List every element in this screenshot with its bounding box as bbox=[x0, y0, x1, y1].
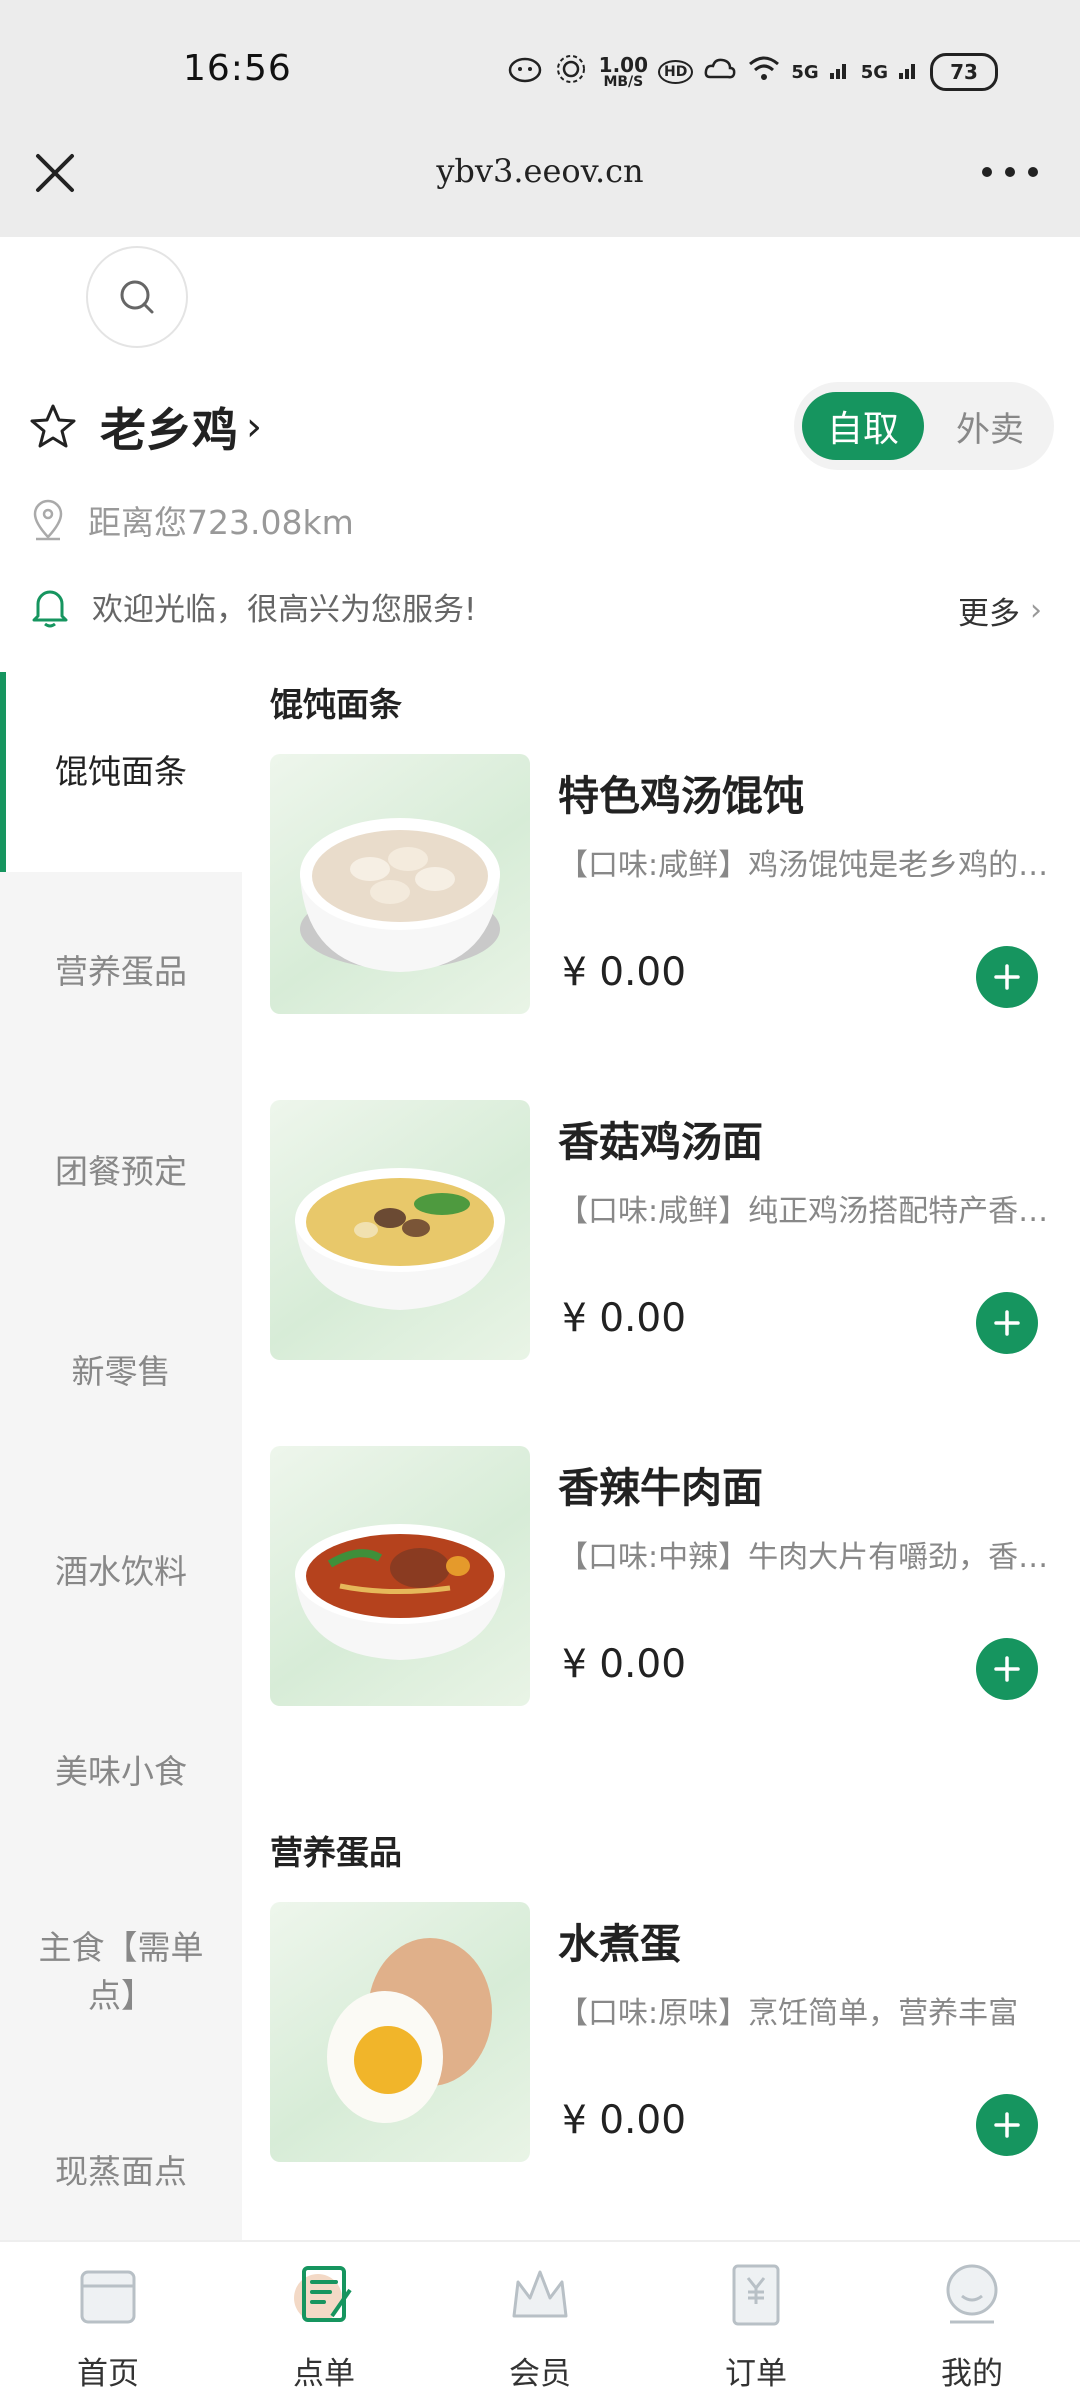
beef-noodle-image bbox=[295, 1524, 505, 1660]
home-icon bbox=[80, 2270, 136, 2324]
section-title: 营养蛋品 bbox=[270, 1833, 402, 1872]
location-pin-icon bbox=[33, 499, 63, 541]
order-mode-toggle[interactable]: 自取 外卖 bbox=[794, 382, 1054, 470]
distance-text: 距离您723.08km bbox=[88, 503, 354, 542]
add-to-cart-button[interactable] bbox=[976, 2094, 1038, 2156]
net-speed: 1.00 MB/S bbox=[598, 53, 649, 90]
dish-price: ¥ 0.00 bbox=[562, 1296, 687, 1341]
dish-card[interactable]: 水煮蛋 【口味:原味】烹饪简单，营养丰富 ¥ 0.00 bbox=[270, 1902, 1060, 2164]
dish-price: ¥ 0.00 bbox=[562, 950, 687, 995]
notice-text: 欢迎光临，很高兴为您服务! bbox=[92, 592, 477, 628]
status-icons: 1.00 MB/S HD 5G 5G 73 bbox=[507, 52, 998, 92]
dish-description: 【口味:中辣】牛肉大片有嚼劲，香辣过瘾 bbox=[558, 1540, 1052, 1575]
dish-name: 香菇鸡汤面 bbox=[558, 1118, 763, 1166]
section-title: 馄饨面条 bbox=[270, 685, 402, 724]
star-icon[interactable] bbox=[28, 402, 78, 452]
nav-profile[interactable]: 我的 bbox=[902, 2260, 1042, 2392]
battery-icon: 73 bbox=[930, 53, 998, 91]
dish-description: 【口味:咸鲜】鸡汤馄饨是老乡鸡的招牌产品，鲜美可口 bbox=[558, 848, 1052, 883]
dot-icon bbox=[982, 167, 992, 177]
flower-icon bbox=[553, 53, 589, 91]
dish-description: 【口味:咸鲜】纯正鸡汤搭配特产香菇，汤鲜面滑 bbox=[558, 1194, 1052, 1229]
dish-card[interactable]: 香辣牛肉面 【口味:中辣】牛肉大片有嚼劲，香辣过瘾 ¥ 0.00 bbox=[270, 1446, 1060, 1708]
dish-image[interactable] bbox=[270, 754, 530, 1014]
nav-member[interactable]: 会员 bbox=[470, 2260, 610, 2392]
search-button[interactable] bbox=[86, 246, 188, 348]
mushroom-noodle-image bbox=[295, 1168, 505, 1310]
nav-orders[interactable]: 订单 bbox=[686, 2260, 826, 2392]
dish-image[interactable] bbox=[270, 1100, 530, 1360]
add-to-cart-button[interactable] bbox=[976, 946, 1038, 1008]
category-item[interactable]: 馄饨面条 bbox=[0, 672, 242, 872]
chevron-right-icon: › bbox=[246, 404, 262, 450]
bottom-nav: 首页 点单 会员 订单 我的 bbox=[0, 2240, 1080, 2402]
distance-row: 距离您723.08km bbox=[30, 496, 354, 544]
add-to-cart-button[interactable] bbox=[976, 1292, 1038, 1354]
browser-title: ybv3.eeov.cn bbox=[436, 152, 644, 190]
dot-icon bbox=[1005, 167, 1015, 177]
plus-icon bbox=[994, 2112, 1020, 2138]
chevron-right-icon: › bbox=[1030, 593, 1042, 628]
wonton-soup-image bbox=[300, 818, 500, 972]
dot-icon bbox=[1028, 167, 1038, 177]
dish-name: 香辣牛肉面 bbox=[558, 1464, 763, 1512]
plus-icon bbox=[994, 1310, 1020, 1336]
delivery-tab[interactable]: 外卖 bbox=[934, 392, 1046, 460]
notice-row: 欢迎光临，很高兴为您服务! 更多 › bbox=[30, 584, 1060, 632]
dish-name: 特色鸡汤馄饨 bbox=[558, 772, 804, 820]
profile-icon bbox=[946, 2264, 998, 2324]
search-icon bbox=[120, 280, 154, 314]
dish-description: 【口味:原味】烹饪简单，营养丰富 bbox=[558, 1996, 1019, 2031]
dish-card[interactable]: 特色鸡汤馄饨 【口味:咸鲜】鸡汤馄饨是老乡鸡的招牌产品，鲜美可口 ¥ 0.00 bbox=[270, 754, 1060, 1016]
category-item[interactable]: 营养蛋品 bbox=[0, 872, 242, 1072]
pickup-tab[interactable]: 自取 bbox=[802, 392, 924, 460]
dish-image[interactable] bbox=[270, 1902, 530, 2162]
dish-price: ¥ 0.00 bbox=[562, 1642, 687, 1687]
dish-image[interactable] bbox=[270, 1446, 530, 1706]
category-item[interactable]: 主食【需单点】 bbox=[0, 1872, 242, 2072]
hd-icon: HD bbox=[658, 60, 694, 84]
signal-bars-icon-2 bbox=[898, 57, 920, 87]
store-name[interactable]: 老乡鸡 bbox=[100, 394, 238, 460]
plus-icon bbox=[994, 964, 1020, 990]
signal-5g-icon-2: 5G bbox=[860, 61, 888, 83]
dish-card[interactable]: 香菇鸡汤面 【口味:咸鲜】纯正鸡汤搭配特产香菇，汤鲜面滑 ¥ 0.00 bbox=[270, 1100, 1060, 1362]
receipt-icon bbox=[732, 2264, 780, 2326]
status-time: 16:56 bbox=[183, 48, 292, 89]
crown-icon bbox=[512, 2270, 568, 2318]
category-item[interactable]: 美味小食 bbox=[0, 1672, 242, 1872]
bell-icon bbox=[32, 590, 68, 627]
more-options-button[interactable] bbox=[982, 162, 1038, 182]
dish-name: 水煮蛋 bbox=[558, 1920, 681, 1968]
dish-price: ¥ 0.00 bbox=[562, 2098, 687, 2143]
plus-icon bbox=[994, 1656, 1020, 1682]
notification-icon bbox=[507, 54, 543, 90]
boiled-egg-image bbox=[327, 1938, 492, 2123]
notice-more-link[interactable]: 更多 › bbox=[958, 588, 1042, 633]
cloud-icon bbox=[703, 55, 737, 89]
signal-5g-icon: 5G bbox=[791, 61, 819, 83]
store-header[interactable]: 老乡鸡 › bbox=[28, 396, 262, 458]
signal-bars-icon bbox=[829, 57, 851, 87]
add-to-cart-button[interactable] bbox=[976, 1638, 1038, 1700]
category-item[interactable]: 团餐预定 bbox=[0, 1072, 242, 1272]
wifi-icon bbox=[747, 54, 781, 90]
category-sidebar: 馄饨面条 营养蛋品 团餐预定 新零售 酒水饮料 美味小食 主食【需单点】 现蒸面… bbox=[0, 672, 242, 2240]
nav-order-menu[interactable]: 点单 bbox=[254, 2260, 394, 2392]
category-item[interactable]: 新零售 bbox=[0, 1272, 242, 1472]
order-menu-icon bbox=[294, 2266, 352, 2322]
category-item[interactable]: 酒水饮料 bbox=[0, 1472, 242, 1672]
nav-home[interactable]: 首页 bbox=[38, 2260, 178, 2392]
